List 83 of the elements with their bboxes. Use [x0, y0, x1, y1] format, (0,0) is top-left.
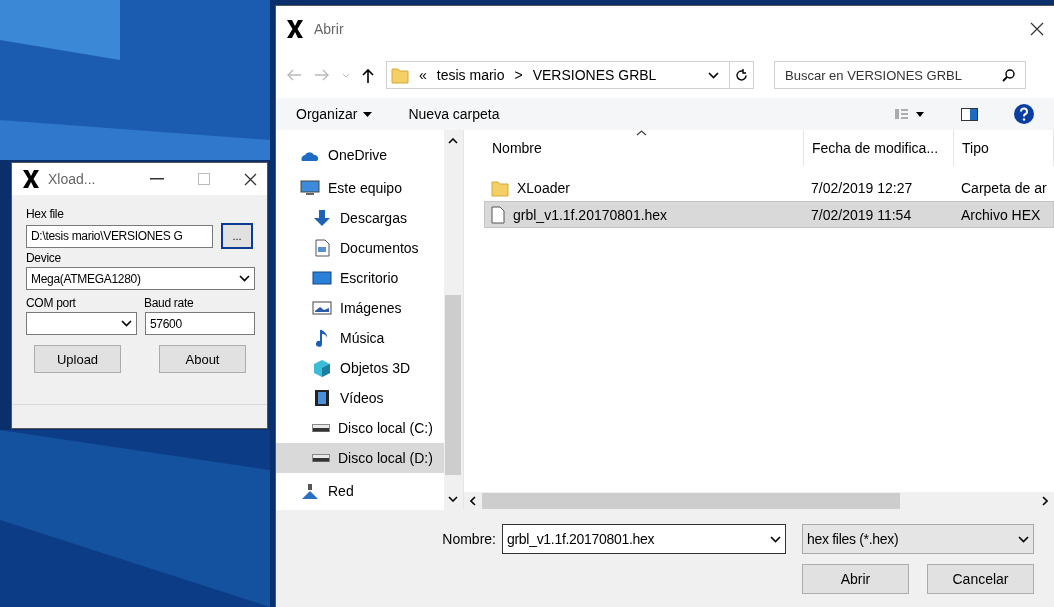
chevron-down-icon [708, 71, 719, 79]
folder-icon [391, 66, 409, 84]
app-logo-icon [22, 169, 40, 189]
address-bar[interactable]: « tesis mario > VERSIONES GRBL [386, 61, 754, 89]
minimize-icon[interactable] [150, 178, 164, 180]
view-options-icon[interactable] [895, 108, 925, 120]
nav-item[interactable]: Escritorio [276, 263, 444, 293]
field-label: COM port [26, 296, 77, 310]
chevron-down-icon[interactable] [448, 496, 459, 502]
film-icon [312, 389, 332, 407]
chevron-down-icon [239, 275, 250, 282]
filename-label: Nombre: [442, 531, 496, 547]
close-icon[interactable] [244, 172, 257, 186]
image-icon [312, 299, 332, 317]
column-header[interactable]: Fecha de modifica... [804, 130, 954, 166]
app-logo-icon [286, 19, 304, 39]
search-field[interactable]: Buscar en VERSIONES GRBL [774, 61, 1026, 89]
nav-item[interactable]: Vídeos [276, 383, 444, 413]
document-icon [312, 239, 332, 257]
window-title: Abrir [314, 21, 345, 37]
device-dropdown[interactable]: Mega(ATMEGA1280) [26, 267, 255, 290]
network-icon [300, 482, 320, 500]
file-name: XLoader [517, 179, 570, 196]
file-row[interactable]: XLoader 7/02/2019 12:27 Carpeta de ar [484, 174, 1054, 201]
new-folder-button[interactable]: Nueva carpeta [408, 106, 500, 122]
scrollbar[interactable] [443, 130, 463, 510]
dialog-button[interactable]: Cancelar [927, 564, 1034, 594]
filename-field[interactable]: grbl_v1.1f.20170801.hex [502, 524, 786, 554]
screen-icon [312, 269, 332, 287]
file-date: 7/02/2019 11:54 [811, 206, 912, 223]
search-icon [1002, 68, 1015, 82]
drive-icon [312, 454, 330, 462]
close-icon[interactable] [1030, 22, 1044, 36]
refresh-icon[interactable] [735, 68, 748, 82]
nav-item[interactable]: Red [276, 476, 444, 506]
chevron-left-icon[interactable] [470, 496, 476, 506]
file-type: Carpeta de ar [961, 179, 1047, 196]
hex-file-field[interactable]: D:\tesis mario\VERSIONES G [26, 224, 213, 248]
drive-icon [312, 424, 330, 432]
field-label: Baud rate [144, 296, 194, 310]
arrow-down-icon [312, 209, 332, 227]
nav-item[interactable]: Documentos [276, 233, 444, 263]
chevron-down-icon [770, 535, 781, 543]
cube-icon [312, 359, 332, 377]
scrollbar-thumb[interactable] [445, 295, 462, 475]
file-name: grbl_v1.1f.20170801.hex [513, 206, 668, 223]
organize-menu[interactable]: Organizar [296, 106, 373, 122]
chevron-down-icon [121, 320, 132, 327]
column-header[interactable]: Nombre [484, 130, 804, 166]
nav-item[interactable]: Imágenes [276, 293, 444, 323]
window-title: Xload... [48, 171, 97, 187]
monitor-icon [300, 179, 320, 197]
scrollbar-thumb[interactable] [482, 493, 900, 509]
field-label: Hex file [26, 207, 65, 221]
column-header[interactable]: Tipo [954, 130, 1054, 166]
folder-icon [491, 178, 509, 197]
baud-rate-field[interactable]: 57600 [145, 312, 255, 335]
chevron-right-icon[interactable] [1042, 496, 1048, 506]
action-button[interactable]: About [159, 345, 246, 373]
preview-pane-icon[interactable] [961, 107, 978, 121]
file-type: Archivo HEX [961, 206, 1041, 223]
nav-item[interactable]: Disco local (C:) [276, 413, 444, 443]
file-icon [491, 205, 505, 224]
nav-item[interactable]: OneDrive [276, 140, 444, 170]
file-row[interactable]: grbl_v1.1f.20170801.hex 7/02/2019 11:54 Archivo HEX [484, 201, 1054, 228]
help-icon[interactable] [1014, 104, 1034, 124]
file-date: 7/02/2019 12:27 [811, 179, 913, 196]
nav-item[interactable]: Música [276, 323, 444, 353]
field-label: Device [26, 251, 62, 265]
horizontal-scrollbar[interactable] [464, 492, 1054, 510]
nav-item[interactable]: Descargas [276, 203, 444, 233]
nav-item[interactable]: Disco local (D:) [276, 443, 444, 473]
up-arrow-icon[interactable] [362, 67, 374, 83]
caret-icon [363, 111, 373, 117]
nav-item[interactable]: Este equipo [276, 173, 444, 203]
chevron-up-icon[interactable] [448, 138, 459, 144]
nav-item[interactable]: Objetos 3D [276, 353, 444, 383]
com-port-dropdown[interactable] [26, 312, 137, 335]
file-type-dropdown[interactable]: hex files (*.hex) [802, 524, 1034, 554]
dialog-button[interactable]: Abrir [802, 564, 909, 594]
browse-button[interactable]: ... [221, 223, 253, 249]
action-button[interactable]: Upload [34, 345, 121, 373]
chevron-down-icon [1018, 535, 1029, 543]
